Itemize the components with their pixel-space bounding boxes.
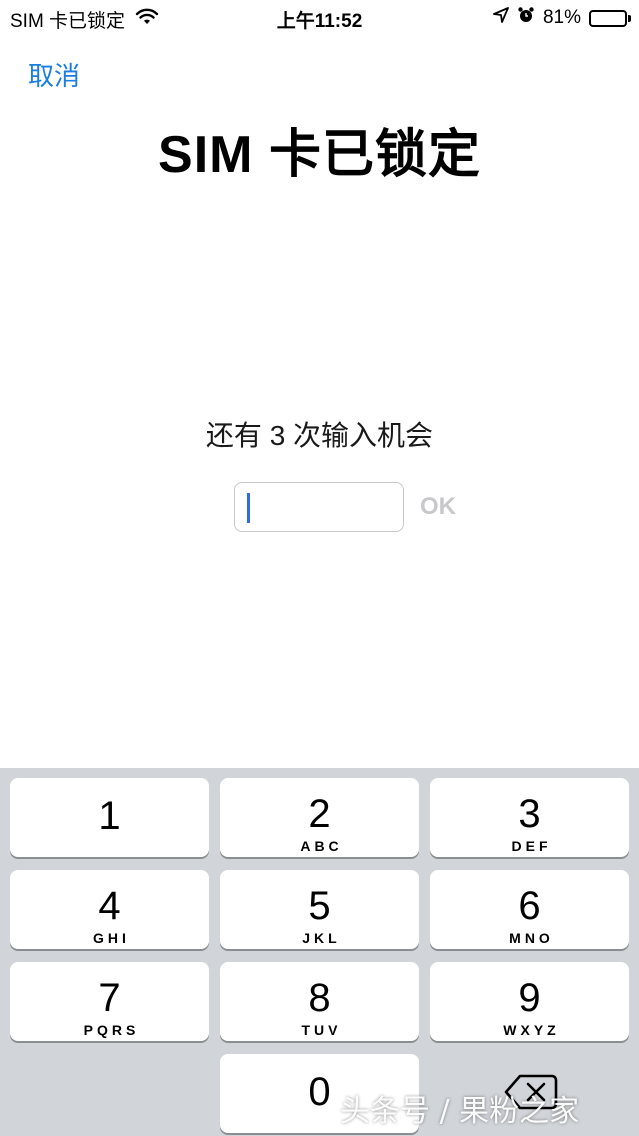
key-7[interactable]: 7 PQRS (10, 962, 209, 1041)
battery-percent: 81% (542, 7, 581, 28)
key-digit: 4 (98, 884, 121, 928)
key-3[interactable]: 3 DEF (430, 778, 629, 857)
key-digit: 3 (518, 792, 541, 836)
key-6[interactable]: 6 MNO (430, 870, 629, 949)
wifi-icon (135, 8, 159, 32)
cancel-button[interactable]: 取消 (28, 56, 80, 93)
key-digit: 0 (308, 1070, 331, 1114)
ok-button[interactable]: OK (420, 493, 456, 521)
key-9[interactable]: 9 WXYZ (430, 962, 629, 1041)
key-letters: MNO (509, 930, 554, 946)
backspace-icon[interactable] (500, 1070, 560, 1114)
key-letters: DEF (511, 838, 552, 854)
key-letters: TUV (301, 1022, 342, 1038)
pin-input[interactable] (234, 482, 404, 532)
battery-icon (589, 9, 631, 27)
key-digit: 8 (308, 976, 331, 1020)
key-letters: ABC (300, 838, 343, 854)
attempts-remaining-text: 还有 3 次输入机会 (205, 420, 434, 451)
key-digit: 7 (98, 976, 121, 1020)
key-letters: JKL (302, 930, 341, 946)
key-digit: 6 (518, 884, 541, 928)
key-digit: 9 (518, 976, 541, 1020)
carrier-label: SIM 卡已锁定 (10, 11, 126, 32)
key-letters: WXYZ (503, 1022, 560, 1038)
location-icon (493, 7, 509, 29)
numeric-keypad: 1 2 ABC 3 DEF 4 GHI 5 JKL 6 MNO 7 PQRS 8… (0, 768, 639, 1136)
key-2[interactable]: 2 ABC (220, 778, 419, 857)
key-digit: 1 (98, 794, 121, 838)
key-0[interactable]: 0 (220, 1054, 419, 1133)
page-title: SIM 卡已锁定 (158, 126, 481, 184)
text-caret (247, 493, 250, 523)
key-digit: 5 (308, 884, 331, 928)
key-8[interactable]: 8 TUV (220, 962, 419, 1041)
alarm-icon (517, 6, 535, 30)
key-digit: 2 (308, 792, 331, 836)
status-left: SIM 卡已锁定 (10, 6, 159, 33)
status-bar: SIM 卡已锁定 上午11:52 81% (0, 0, 639, 36)
key-letters: PQRS (83, 1022, 140, 1038)
status-right: 81% (485, 6, 631, 30)
key-4[interactable]: 4 GHI (10, 870, 209, 949)
key-5[interactable]: 5 JKL (220, 870, 419, 949)
key-letters: GHI (93, 930, 130, 946)
key-1[interactable]: 1 (10, 778, 209, 857)
